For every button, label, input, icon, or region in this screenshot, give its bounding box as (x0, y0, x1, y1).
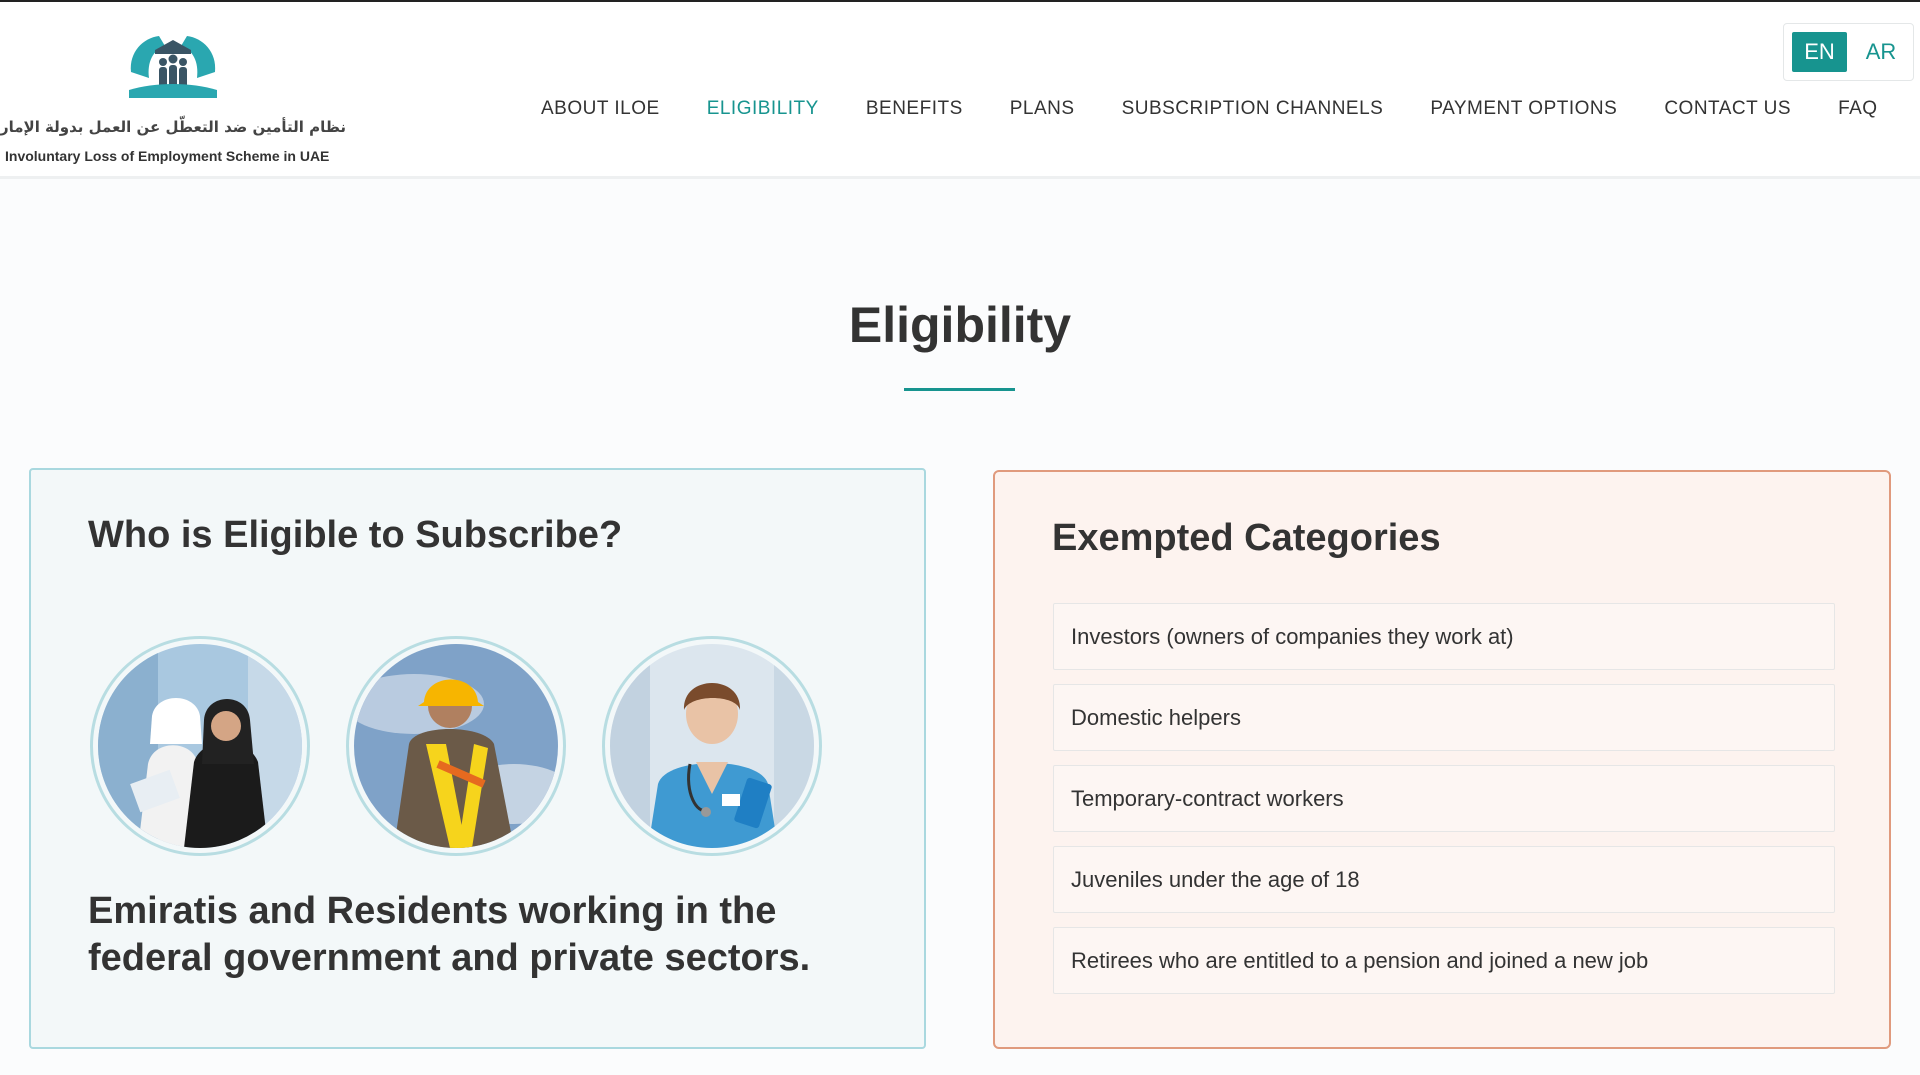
nav-contact-us[interactable]: CONTACT US (1664, 98, 1791, 122)
logo-emblem-icon (129, 36, 217, 98)
eligible-description: Emiratis and Residents working in the fe… (88, 890, 811, 979)
eligible-heading: Who is Eligible to Subscribe? (88, 514, 623, 556)
language-switcher: EN AR (1783, 23, 1914, 81)
exempted-item-temporary-contract: Temporary-contract workers (1053, 765, 1835, 832)
exempted-card: Exempted Categories Investors (owners of… (993, 470, 1891, 1049)
nav-payment-options[interactable]: PAYMENT OPTIONS (1430, 98, 1617, 122)
logo-arabic-text: نظام التأمين ضد التعطّل عن العمل بدولة ا… (0, 118, 346, 136)
main-nav: ABOUT ILOE ELIGIBILITY BENEFITS PLANS SU… (541, 98, 1878, 122)
title-underline (904, 388, 1015, 391)
page-title: Eligibility (848, 297, 1072, 353)
eligible-card: Who is Eligible to Subscribe? Emiratis a… (29, 468, 926, 1049)
exempted-item-retirees: Retirees who are entitled to a pension a… (1053, 927, 1835, 994)
exempted-heading: Exempted Categories (1052, 517, 1441, 559)
exempted-item-domestic-helpers: Domestic helpers (1053, 684, 1835, 751)
nav-eligibility[interactable]: ELIGIBILITY (707, 98, 819, 122)
nav-benefits[interactable]: BENEFITS (866, 98, 963, 122)
construction-worker-image (346, 636, 566, 856)
nav-about-iloe[interactable]: ABOUT ILOE (541, 98, 660, 122)
lang-en-button[interactable]: EN (1792, 32, 1847, 72)
emirati-professionals-image (90, 636, 310, 856)
logo-english-text: Involuntary Loss of Employment Scheme in… (5, 148, 330, 164)
exempted-item-juveniles: Juveniles under the age of 18 (1053, 846, 1835, 913)
site-header: نظام التأمين ضد التعطّل عن العمل بدولة ا… (0, 2, 1920, 179)
nav-subscription-channels[interactable]: SUBSCRIPTION CHANNELS (1122, 98, 1384, 122)
lang-ar-button[interactable]: AR (1856, 32, 1906, 72)
exempted-list: Investors (owners of companies they work… (1053, 603, 1835, 1008)
exempted-item-investors: Investors (owners of companies they work… (1053, 603, 1835, 670)
nav-faq[interactable]: FAQ (1838, 98, 1878, 122)
iloe-logo[interactable]: نظام التأمين ضد التعطّل عن العمل بدولة ا… (0, 26, 350, 176)
nurse-image (602, 636, 822, 856)
nav-plans[interactable]: PLANS (1010, 98, 1075, 122)
